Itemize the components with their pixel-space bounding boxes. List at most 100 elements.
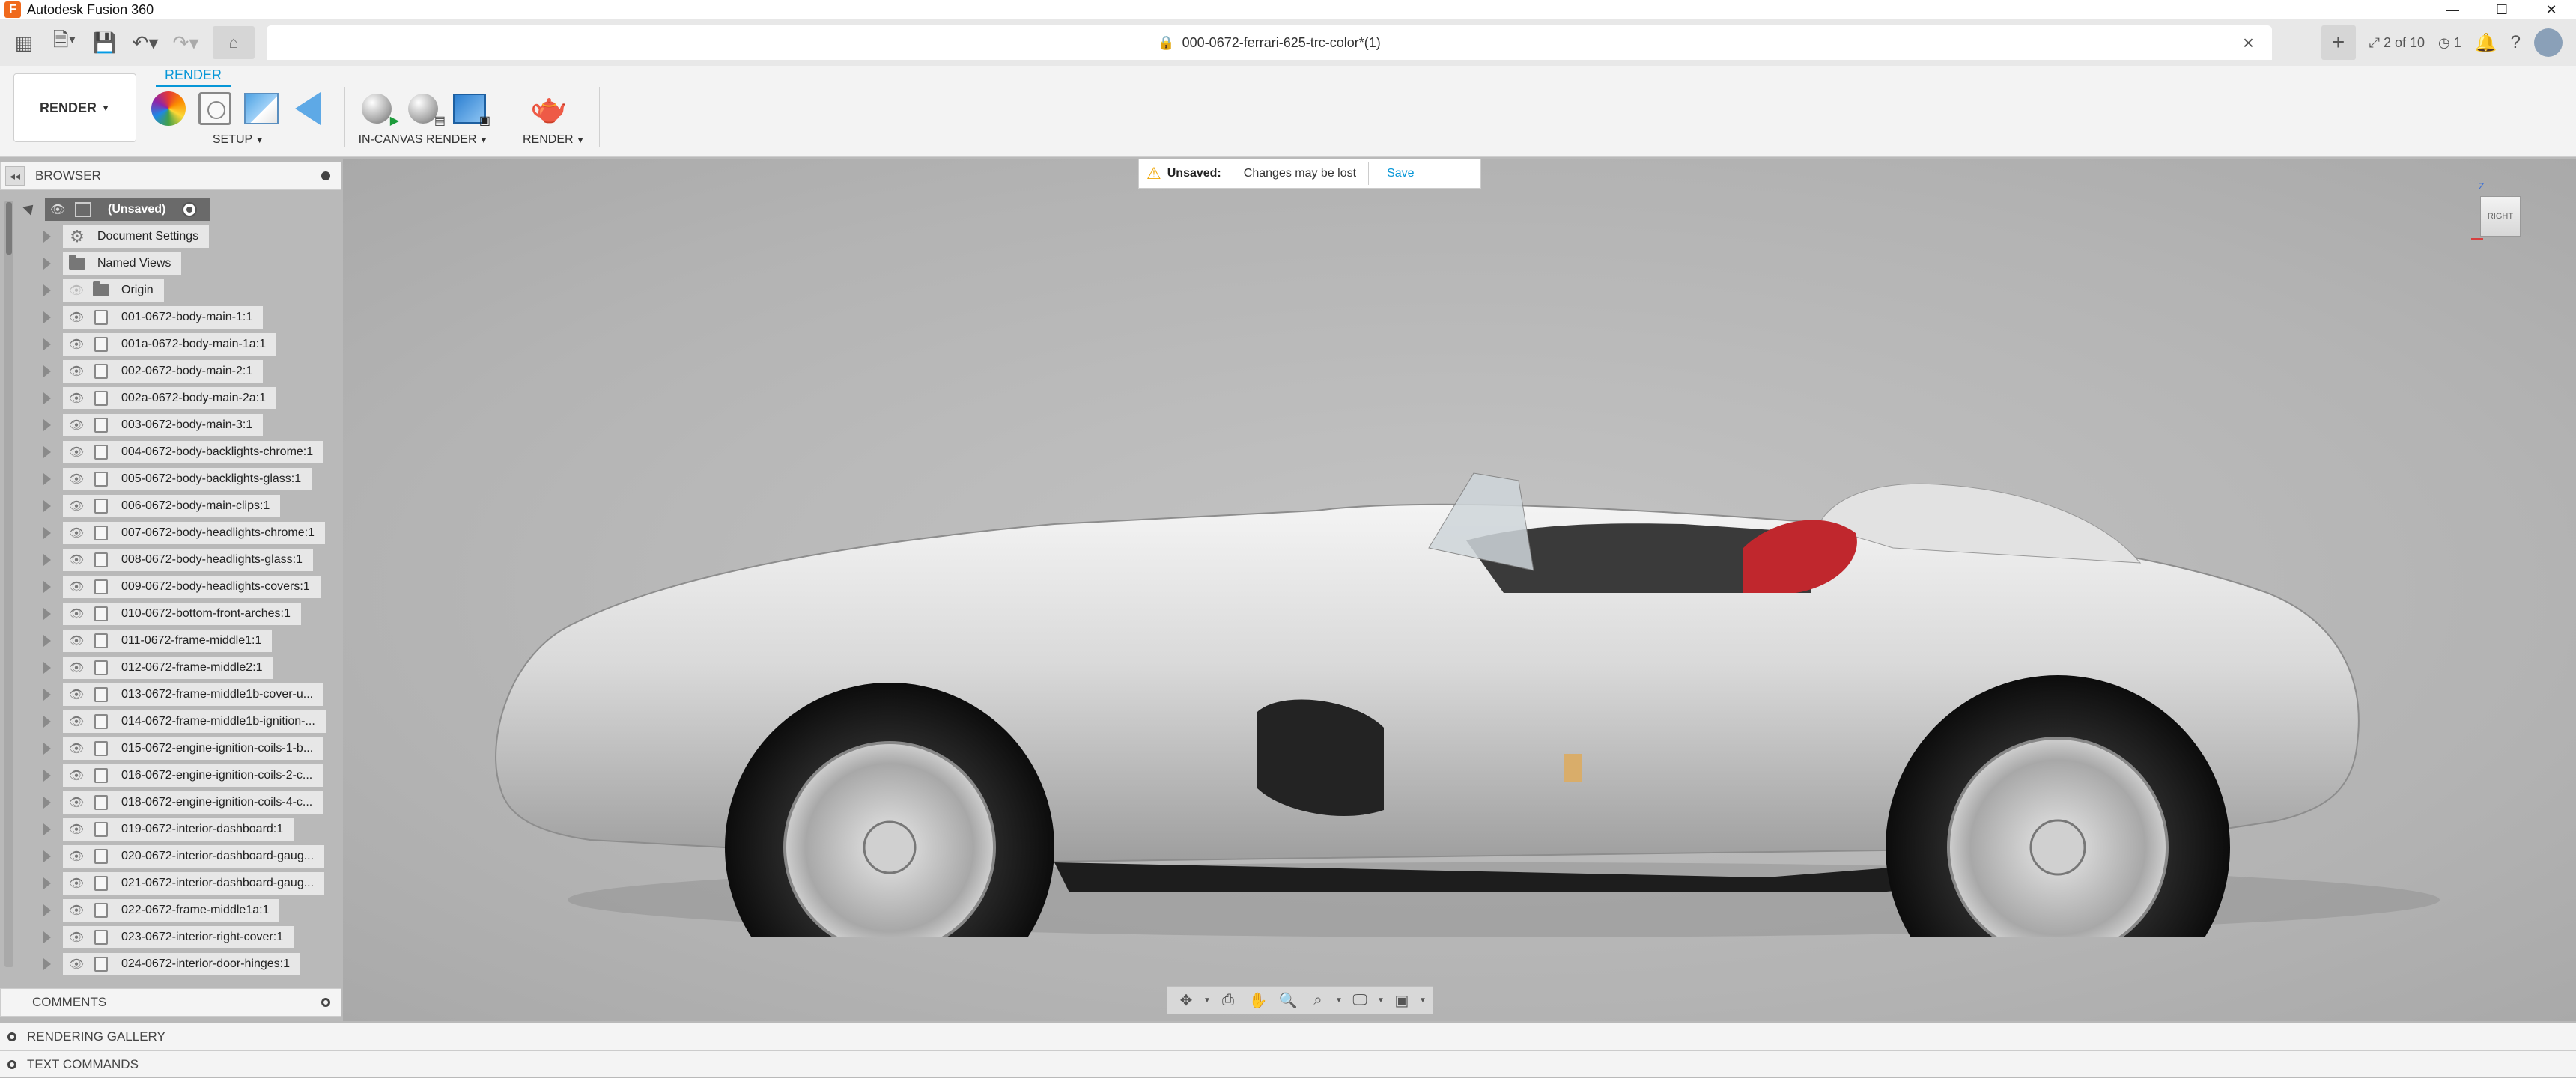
chevron-down-icon[interactable]: ▼ bbox=[1203, 996, 1211, 1005]
visibility-eye-icon[interactable]: 👁 bbox=[63, 391, 90, 406]
new-tab-button[interactable]: + bbox=[2321, 25, 2356, 60]
tree-row[interactable]: 👁 015-0672-engine-ignition-coils-1-b... bbox=[0, 735, 341, 762]
home-button[interactable]: ⌂ bbox=[213, 26, 255, 59]
visibility-eye-icon[interactable]: 👁 bbox=[63, 768, 90, 783]
tree-node[interactable]: 👁 016-0672-engine-ignition-coils-2-c... bbox=[63, 764, 323, 787]
visibility-eye-icon[interactable]: 👁 bbox=[63, 957, 90, 972]
visibility-eye-icon[interactable]: 👁 bbox=[63, 499, 90, 514]
tree-row[interactable]: 👁 007-0672-body-headlights-chrome:1 bbox=[0, 520, 341, 546]
visibility-eye-icon[interactable]: 👁 bbox=[63, 633, 90, 648]
visibility-eye-icon[interactable]: 👁 bbox=[63, 687, 90, 702]
chevron-down-icon[interactable]: ▼ bbox=[1419, 996, 1427, 1005]
orbit-icon[interactable]: ✥ bbox=[1173, 989, 1199, 1011]
tree-node[interactable]: 👁 009-0672-body-headlights-covers:1 bbox=[63, 576, 321, 598]
tree-node[interactable]: 👁 003-0672-body-main-3:1 bbox=[63, 414, 264, 436]
expand-icon[interactable] bbox=[7, 1032, 16, 1041]
tree-row[interactable]: 👁 011-0672-frame-middle1:1 bbox=[0, 627, 341, 654]
visibility-eye-icon[interactable]: 👁 bbox=[63, 930, 90, 945]
setup-dropdown[interactable]: SETUP ▼ bbox=[150, 133, 326, 147]
root-node[interactable]: 👁 (Unsaved) bbox=[45, 198, 210, 221]
data-panel-grid-icon[interactable]: ▦ bbox=[7, 26, 40, 59]
collapse-arrow-icon[interactable] bbox=[22, 201, 37, 216]
tree-row[interactable]: 👁 001a-0672-body-main-1a:1 bbox=[0, 331, 341, 358]
visibility-eye-icon[interactable]: 👁 bbox=[63, 741, 90, 756]
expand-arrow-icon[interactable] bbox=[43, 797, 51, 808]
tree-node[interactable]: 👁 015-0672-engine-ignition-coils-1-b... bbox=[63, 737, 324, 760]
pan-hand-icon[interactable]: ✋ bbox=[1245, 989, 1271, 1011]
expand-arrow-icon[interactable] bbox=[43, 419, 51, 431]
visibility-eye-icon[interactable]: 👁 bbox=[63, 526, 90, 540]
tree-node[interactable]: 👁 010-0672-bottom-front-arches:1 bbox=[63, 603, 301, 625]
save-icon[interactable]: 💾 bbox=[88, 26, 121, 59]
add-comment-icon[interactable] bbox=[321, 998, 330, 1007]
visibility-eye-icon[interactable]: 👁 bbox=[63, 660, 90, 675]
visibility-eye-icon[interactable]: 👁 bbox=[63, 795, 90, 810]
tree-row[interactable]: 👁 009-0672-body-headlights-covers:1 bbox=[0, 573, 341, 600]
tree-node[interactable]: 👁 011-0672-frame-middle1:1 bbox=[63, 630, 273, 652]
expand-arrow-icon[interactable] bbox=[43, 743, 51, 755]
expand-arrow-icon[interactable] bbox=[43, 311, 51, 323]
tree-row[interactable]: 👁 001-0672-body-main-1:1 bbox=[0, 304, 341, 331]
scene-settings-button[interactable] bbox=[196, 90, 234, 127]
expand-arrow-icon[interactable] bbox=[43, 608, 51, 620]
tree-row[interactable]: 👁 006-0672-body-main-clips:1 bbox=[0, 493, 341, 520]
tree-node[interactable]: 👁 001-0672-body-main-1:1 bbox=[63, 306, 264, 329]
expand-arrow-icon[interactable] bbox=[43, 500, 51, 512]
expand-arrow-icon[interactable] bbox=[43, 365, 51, 377]
tree-row[interactable]: Named Views bbox=[0, 250, 341, 277]
tab-render[interactable]: RENDER bbox=[156, 66, 231, 87]
tree-node[interactable]: 👁 002-0672-body-main-2:1 bbox=[63, 360, 264, 383]
visibility-eye-icon[interactable]: 👁 bbox=[45, 202, 70, 217]
tree-node[interactable]: 👁 013-0672-frame-middle1b-cover-u... bbox=[63, 683, 324, 706]
tree-row[interactable]: 👁 024-0672-interior-door-hinges:1 bbox=[0, 951, 341, 978]
expand-arrow-icon[interactable] bbox=[43, 958, 51, 970]
expand-arrow-icon[interactable] bbox=[43, 931, 51, 943]
tree-row[interactable]: 👁 Origin bbox=[0, 277, 341, 304]
visibility-eye-icon[interactable]: 👁 bbox=[63, 418, 90, 433]
tree-node[interactable]: 👁 002a-0672-body-main-2a:1 bbox=[63, 387, 277, 409]
expand-arrow-icon[interactable] bbox=[43, 581, 51, 593]
tree-row[interactable]: 👁 019-0672-interior-dashboard:1 bbox=[0, 816, 341, 843]
expand-arrow-icon[interactable] bbox=[43, 392, 51, 404]
expand-arrow-icon[interactable] bbox=[43, 231, 51, 243]
tree-row[interactable]: 👁 013-0672-frame-middle1b-cover-u... bbox=[0, 681, 341, 708]
tree-row[interactable]: 👁 016-0672-engine-ignition-coils-2-c... bbox=[0, 762, 341, 789]
activate-radio-icon[interactable] bbox=[182, 202, 198, 217]
tree-row[interactable]: 👁 014-0672-frame-middle1b-ignition-... bbox=[0, 708, 341, 735]
visibility-eye-icon[interactable]: 👁 bbox=[63, 714, 90, 729]
tree-row[interactable]: 👁 020-0672-interior-dashboard-gaug... bbox=[0, 843, 341, 870]
visibility-eye-icon[interactable]: 👁 bbox=[63, 579, 90, 594]
rendering-gallery-bar[interactable]: RENDERING GALLERY bbox=[0, 1023, 2576, 1050]
expand-arrow-icon[interactable] bbox=[43, 904, 51, 916]
expand-arrow-icon[interactable] bbox=[43, 527, 51, 539]
expand-arrow-icon[interactable] bbox=[43, 338, 51, 350]
tree-node[interactable]: ⚙ Document Settings bbox=[63, 225, 210, 248]
job-status[interactable]: ⤢ 2 of 10 bbox=[2369, 35, 2425, 51]
car-model[interactable] bbox=[455, 323, 2477, 937]
expand-arrow-icon[interactable] bbox=[43, 662, 51, 674]
tree-node[interactable]: 👁 024-0672-interior-door-hinges:1 bbox=[63, 953, 301, 975]
tree-node[interactable]: Named Views bbox=[63, 252, 182, 275]
document-tab[interactable]: 🔒 000-0672-ferrari-625-trc-color*(1) × bbox=[267, 25, 2272, 60]
close-tab-icon[interactable]: × bbox=[2243, 31, 2254, 55]
visibility-eye-icon[interactable]: 👁 bbox=[63, 364, 90, 379]
user-avatar[interactable] bbox=[2534, 28, 2563, 57]
expand-icon[interactable] bbox=[7, 1059, 16, 1069]
render-button[interactable]: 🫖 bbox=[530, 90, 568, 127]
visibility-eye-icon[interactable]: 👁 bbox=[63, 849, 90, 864]
expand-arrow-icon[interactable] bbox=[43, 850, 51, 862]
close-window-button[interactable]: ✕ bbox=[2527, 0, 2576, 19]
pin-icon[interactable] bbox=[321, 171, 330, 180]
tree-row[interactable]: 👁 022-0672-frame-middle1a:1 bbox=[0, 897, 341, 924]
visibility-eye-icon[interactable]: 👁 bbox=[63, 283, 90, 298]
render-dropdown[interactable]: RENDER ▼ bbox=[523, 133, 584, 147]
visibility-eye-icon[interactable]: 👁 bbox=[63, 822, 90, 837]
visibility-eye-icon[interactable]: 👁 bbox=[63, 903, 90, 918]
in-canvas-render-dropdown[interactable]: IN-CANVAS RENDER ▼ bbox=[358, 133, 488, 147]
visibility-eye-icon[interactable]: 👁 bbox=[63, 606, 90, 621]
tree-row[interactable]: ⚙ Document Settings bbox=[0, 223, 341, 250]
undo-icon[interactable]: ↶▾ bbox=[129, 26, 162, 59]
tree-node[interactable]: 👁 006-0672-body-main-clips:1 bbox=[63, 495, 281, 517]
expand-arrow-icon[interactable] bbox=[43, 554, 51, 566]
zoom-icon[interactable]: 🔍 bbox=[1275, 989, 1301, 1011]
